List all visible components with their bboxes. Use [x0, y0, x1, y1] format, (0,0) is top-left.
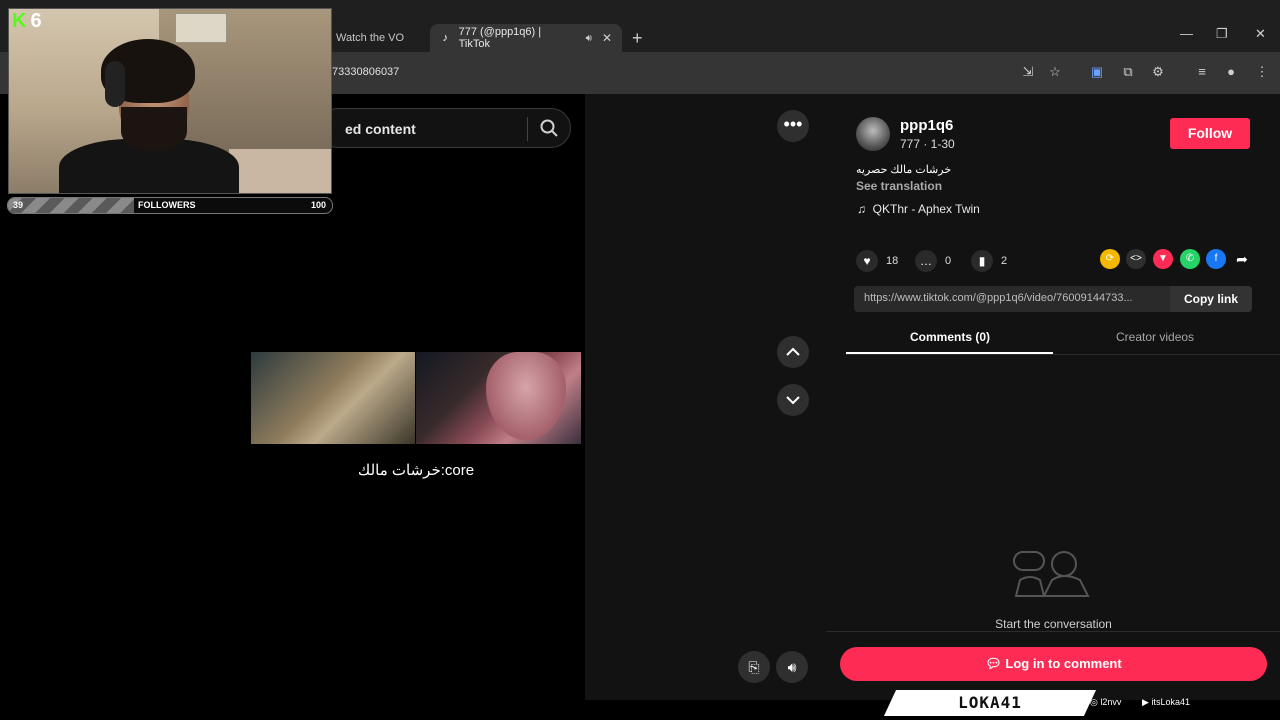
whatsapp-icon[interactable]: ✆ [1180, 249, 1200, 269]
music-title: QKThr - Aphex Twin [872, 202, 980, 216]
close-window-button[interactable]: ✕ [1255, 26, 1266, 42]
comment-button[interactable]: … 0 [915, 250, 951, 272]
instagram-icon: ◎ [1090, 697, 1098, 707]
video-frame-left [251, 352, 415, 444]
login-to-comment-button[interactable]: 💬︎ Log in to comment [840, 647, 1267, 681]
bookmark-icon: ▮ [971, 250, 993, 272]
close-tab-icon[interactable]: ✕ [602, 31, 612, 45]
comment-icon: … [915, 250, 937, 272]
comment-bubble-icon: 💬︎ [985, 656, 1002, 671]
instagram-handle: ◎ l2nvv [1090, 697, 1121, 708]
like-count: 18 [886, 255, 899, 267]
facebook-icon[interactable]: f [1206, 249, 1226, 269]
browser-tab-vod[interactable]: Watch the VO [326, 24, 414, 52]
search-bar[interactable]: ed content [318, 108, 571, 148]
save-count: 2 [1001, 255, 1008, 267]
video-description: خرشات مالك حصريه [856, 164, 952, 176]
youtube-icon: ▶ [1142, 697, 1149, 707]
repost-icon[interactable]: ⟳ [1100, 249, 1120, 269]
more-options-button[interactable]: ••• [777, 110, 809, 142]
extensions-icon[interactable]: ⚙ [1150, 64, 1166, 80]
comments-tabs: Comments (0) Creator videos [846, 326, 1280, 355]
video-caption: خرشات مالك:core [357, 462, 475, 479]
tab-comments[interactable]: Comments (0) [910, 330, 990, 344]
music-link[interactable]: ♫ QKThr - Aphex Twin [857, 202, 980, 216]
followers-goal: 100 [310, 200, 326, 210]
share-link-box: https://www.tiktok.com/@ppp1q6/video/760… [854, 286, 1252, 312]
kick-logo-icon: K [12, 10, 27, 32]
kick-badge: K6 [12, 10, 42, 33]
bookmark-star-icon[interactable]: ☆ [1047, 64, 1063, 80]
embed-icon[interactable]: <> [1126, 249, 1146, 269]
video-player[interactable] [251, 352, 581, 444]
picture-in-picture-icon[interactable]: ⧉ [1120, 64, 1136, 80]
search-input[interactable]: ed content [345, 121, 416, 137]
streamer-webcam [8, 8, 332, 194]
followers-progress-fill [8, 198, 135, 213]
autoscroll-button[interactable]: ⎘ [738, 651, 770, 683]
youtube-text: itsLoka41 [1151, 697, 1190, 707]
browser-tab-tiktok[interactable]: ♪ 777 (@ppp1q6) | TikTok 🔊︎ ✕ [430, 24, 622, 52]
divider [827, 631, 1280, 632]
save-button[interactable]: ▮ 2 [971, 250, 1007, 272]
author-avatar[interactable] [856, 117, 890, 151]
chevron-up-icon [786, 347, 800, 356]
login-label: Log in to comment [1005, 656, 1122, 671]
tab-title: 777 (@ppp1q6) | TikTok [458, 26, 542, 50]
empty-comments-illustration-icon [1013, 551, 1090, 597]
tab-creator-videos[interactable]: Creator videos [1116, 330, 1194, 344]
instagram-text: l2nvv [1100, 697, 1122, 707]
see-translation-link[interactable]: See translation [856, 179, 942, 193]
new-tab-button[interactable]: + [632, 28, 643, 49]
youtube-handle: ▶ itsLoka41 [1142, 697, 1190, 708]
maximize-button[interactable]: ❐ [1216, 26, 1228, 42]
active-tab-underline [846, 352, 1053, 354]
empty-state-text: Start the conversation [995, 617, 1112, 631]
followers-label: FOLLOWERS [138, 200, 196, 210]
url-field[interactable]: 73330806037 [332, 66, 399, 78]
like-button[interactable]: ♥ 18 [856, 250, 898, 272]
search-divider [527, 117, 528, 141]
search-icon[interactable] [539, 118, 559, 138]
media-control-icon[interactable]: ≡ [1194, 64, 1210, 80]
send-icon[interactable]: ▼ [1153, 249, 1173, 269]
next-video-button[interactable] [777, 384, 809, 416]
share-link-url[interactable]: https://www.tiktok.com/@ppp1q6/video/760… [864, 292, 1133, 304]
previous-video-button[interactable] [777, 336, 809, 368]
share-arrow-icon[interactable]: ➦ [1232, 249, 1252, 269]
profile-avatar-icon[interactable]: ● [1223, 64, 1239, 80]
minimize-button[interactable]: — [1180, 26, 1193, 41]
translate-icon[interactable]: ▣ [1089, 64, 1105, 80]
video-frame-right [416, 352, 581, 444]
tab-title: Watch the VO [336, 32, 405, 44]
heart-icon: ♥ [856, 250, 878, 272]
follow-button[interactable]: Follow [1170, 118, 1250, 149]
brand-name: LOKA41 [958, 693, 1022, 712]
install-app-icon[interactable]: ⇲ [1020, 64, 1036, 80]
badge-count: 6 [30, 10, 42, 32]
followers-current: 39 [13, 200, 24, 210]
menu-kebab-icon[interactable]: ⋮ [1254, 64, 1270, 80]
author-subtitle: 777 · 1-30 [900, 137, 955, 151]
volume-button[interactable]: 🔊︎ [776, 651, 808, 683]
followers-goal-bar: 39 FOLLOWERS 100 [7, 197, 333, 214]
tiktok-icon: ♪ [442, 32, 449, 44]
author-username[interactable]: ppp1q6 [900, 117, 953, 134]
chevron-down-icon [786, 396, 800, 405]
music-note-icon: ♫ [857, 202, 866, 216]
comment-count: 0 [945, 255, 952, 267]
copy-link-button[interactable]: Copy link [1170, 286, 1252, 312]
speaker-icon[interactable]: 🔊︎ [586, 33, 592, 44]
